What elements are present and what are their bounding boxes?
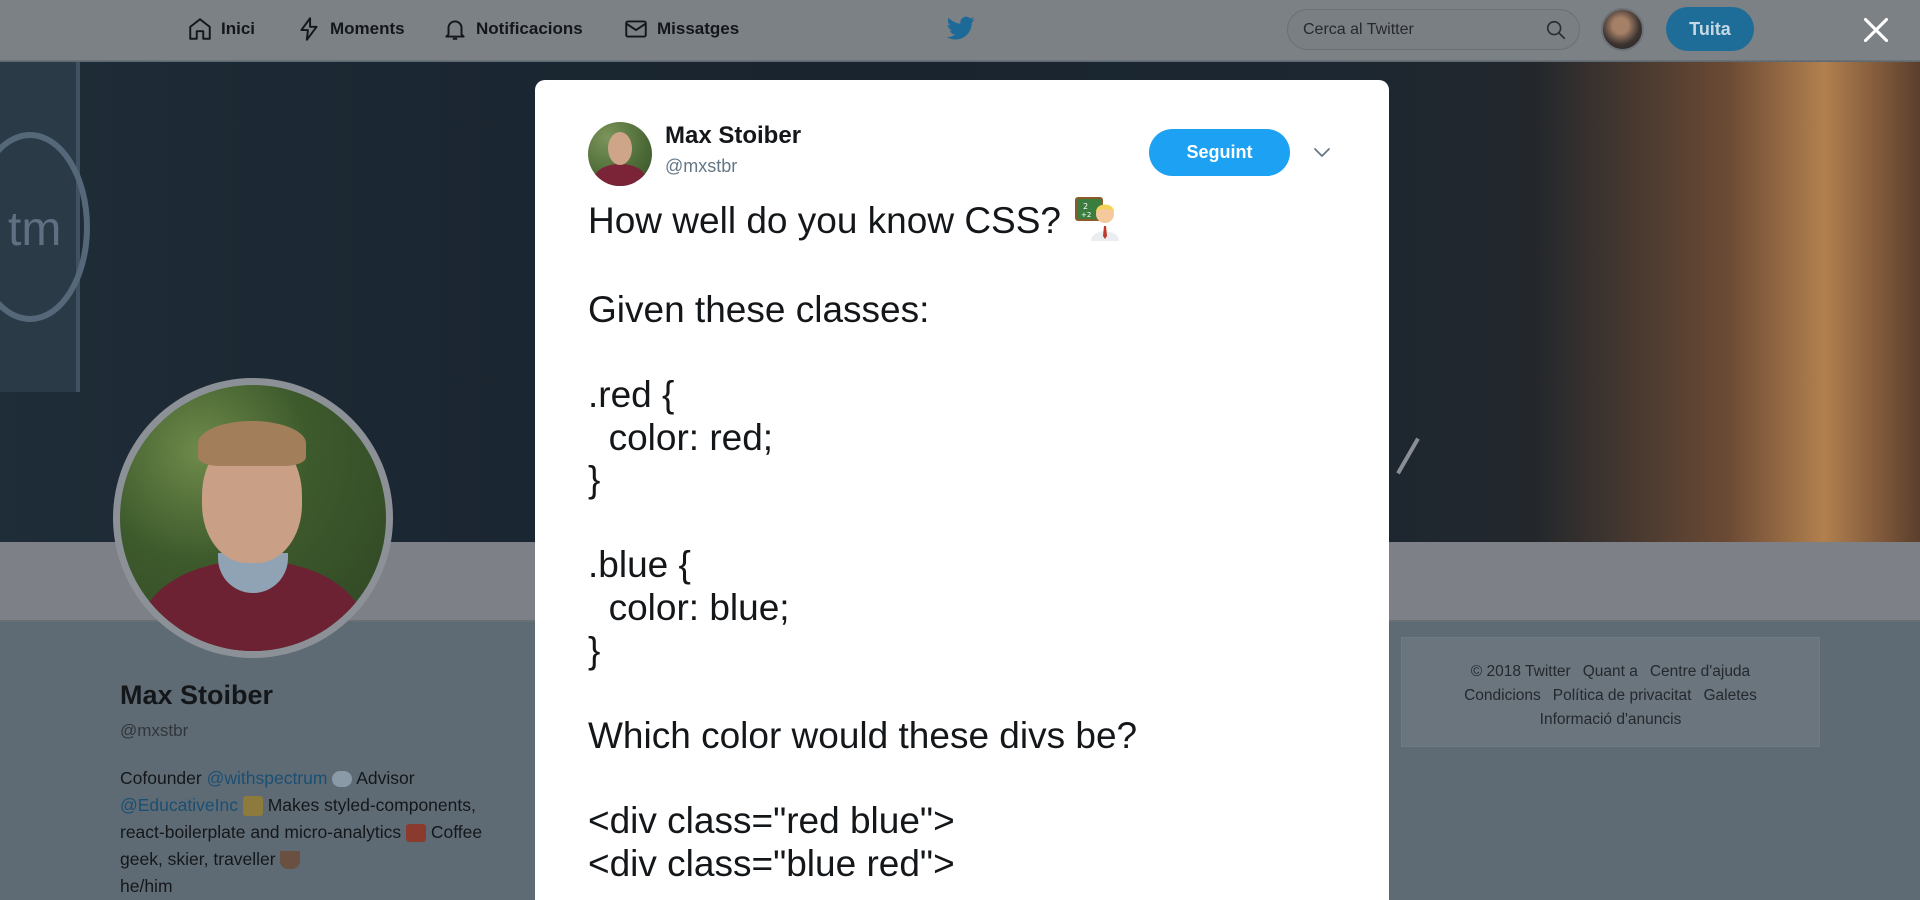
bio-text: Advisor xyxy=(352,768,415,788)
nav-notifications[interactable]: Notificacions xyxy=(442,14,583,44)
footer-link-cookies[interactable]: Galetes xyxy=(1703,687,1756,704)
lightning-icon xyxy=(300,17,318,41)
profile-bio: Cofounder @withspectrum Advisor @Educati… xyxy=(120,765,500,900)
search-input[interactable] xyxy=(1303,10,1533,49)
coffee-emoji-icon xyxy=(280,851,301,870)
nav-moments-label: Moments xyxy=(330,19,405,38)
speech-bubble-emoji-icon xyxy=(332,771,353,788)
nav-moments[interactable]: Moments xyxy=(296,14,405,44)
banner-logo: tm xyxy=(8,203,62,256)
nav-messages-label: Missatges xyxy=(657,19,740,38)
nav-notifications-label: Notificacions xyxy=(476,19,583,38)
following-button[interactable]: Seguint xyxy=(1149,129,1290,176)
tweet-text: How well do you know CSS? 2 +2 Given these… xyxy=(588,197,1348,885)
nav-home-label: Inici xyxy=(221,19,256,38)
search-icon[interactable] xyxy=(1545,19,1567,41)
tweet-modal: Max Stoiber @mxstbr Seguint How well do … xyxy=(535,80,1389,900)
profile-avatar[interactable] xyxy=(113,378,393,658)
bio-text: Cofounder xyxy=(120,768,207,788)
footer-link-terms[interactable]: Condicions xyxy=(1464,687,1541,704)
tweet-body: Given these classes: .red { color: red; … xyxy=(588,288,1138,884)
chevron-down-icon[interactable] xyxy=(1312,144,1332,160)
bio-pronouns: he/him xyxy=(120,876,173,896)
footer-link-ads-info[interactable]: Informació d'anuncis xyxy=(1540,711,1682,728)
top-nav: Inici Moments Notificacions Missatges Tu… xyxy=(0,0,1920,61)
bio-link-educativeinc[interactable]: @EducativeInc xyxy=(120,795,238,815)
teacher-emoji-icon xyxy=(242,796,263,817)
envelope-icon xyxy=(625,20,647,38)
ski-emoji-icon xyxy=(405,824,426,843)
search-box[interactable] xyxy=(1287,9,1580,50)
svg-text:+2: +2 xyxy=(1081,211,1091,219)
nav-avatar[interactable] xyxy=(1601,8,1644,51)
tweet-first-line: How well do you know CSS? xyxy=(588,200,1061,241)
footer-links-box: © 2018 Twitter Quant a Centre d'ajuda Cond… xyxy=(1401,637,1820,747)
footer-link-about[interactable]: Quant a xyxy=(1583,663,1638,680)
nav-home[interactable]: Inici xyxy=(187,14,255,44)
tweet-button[interactable]: Tuita xyxy=(1666,7,1754,51)
svg-text:2: 2 xyxy=(1083,202,1088,211)
profile-name[interactable]: Max Stoiber xyxy=(120,680,273,711)
bell-icon xyxy=(445,20,465,40)
twitter-bird-icon[interactable] xyxy=(946,16,976,42)
home-icon xyxy=(189,18,211,40)
author-handle[interactable]: @mxstbr xyxy=(665,156,737,177)
author-avatar[interactable] xyxy=(588,122,652,186)
bio-link-withspectrum[interactable]: @withspectrum xyxy=(207,768,328,788)
profile-handle: @mxstbr xyxy=(120,721,189,740)
teacher-emoji-icon: 2+2 xyxy=(1075,197,1119,242)
nav-messages[interactable]: Missatges xyxy=(623,14,739,44)
close-icon[interactable] xyxy=(1862,16,1890,44)
footer-link-privacy[interactable]: Política de privacitat xyxy=(1553,687,1692,704)
banner-laptop-edge xyxy=(1396,437,1420,475)
footer-link-help[interactable]: Centre d'ajuda xyxy=(1650,663,1750,680)
author-name[interactable]: Max Stoiber xyxy=(665,122,801,150)
footer-copyright: © 2018 Twitter xyxy=(1470,663,1571,680)
